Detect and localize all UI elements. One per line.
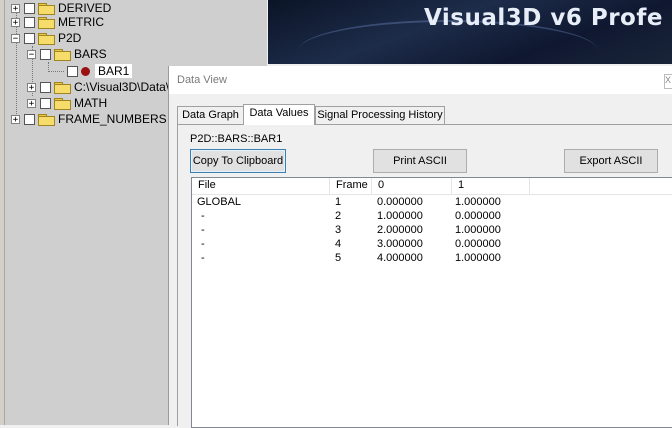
dialog-title: Data View	[177, 74, 227, 86]
cell-frame: 5	[335, 252, 342, 264]
column-header-1[interactable]: 1	[452, 178, 530, 194]
tree-checkbox[interactable]	[40, 48, 51, 60]
folder-icon	[38, 16, 55, 29]
table-header: File Frame 0 1	[192, 178, 672, 195]
folder-icon	[54, 48, 71, 61]
print-ascii-button[interactable]: Print ASCII	[373, 149, 467, 173]
folder-icon	[38, 32, 55, 45]
app-banner: Visual3D v6 Profe	[268, 0, 672, 64]
tree-checkbox[interactable]	[24, 113, 35, 125]
cell-value-0: 0.000000	[377, 196, 423, 208]
tab-data-values[interactable]: Data Values	[243, 104, 315, 125]
cell-file: -	[201, 210, 205, 222]
cell-frame: 3	[335, 224, 342, 236]
tree-item-bar1[interactable]: BAR1	[67, 63, 133, 79]
collapse-icon[interactable]: −	[27, 49, 36, 59]
folder-icon	[38, 113, 55, 126]
tree-item-frame-numbers[interactable]: + FRAME_NUMBERS	[11, 111, 167, 127]
data-view-dialog: Data View X Data Graph Data Values Signa…	[168, 66, 672, 428]
tree-item-label: DERIVED	[58, 1, 112, 15]
tree-item-p2d[interactable]: − P2D	[11, 30, 81, 46]
column-header-0[interactable]: 0	[372, 178, 452, 194]
cell-value-0: 1.000000	[377, 210, 423, 222]
table-row[interactable]: - 2 1.000000 0.000000	[192, 210, 672, 224]
cell-value-0: 3.000000	[377, 238, 423, 250]
tree-checkbox[interactable]	[40, 97, 51, 109]
expand-icon[interactable]: +	[27, 98, 36, 108]
tree-item-label: C:\Visual3D\Data\	[74, 80, 170, 94]
cell-value-1: 1.000000	[455, 252, 501, 264]
table-row[interactable]: - 5 4.000000 1.000000	[192, 252, 672, 266]
cell-file: GLOBAL	[197, 196, 242, 208]
tree-checkbox[interactable]	[24, 16, 35, 28]
tree-item-data-folder[interactable]: + C:\Visual3D\Data\	[27, 79, 169, 95]
folder-icon	[54, 97, 71, 110]
expand-icon[interactable]: +	[27, 82, 36, 92]
dialog-title-bar[interactable]: Data View X	[169, 66, 672, 94]
data-values-panel: P2D::BARS::BAR1 Copy To Clipboard Print …	[177, 124, 672, 428]
tree-item-label: P2D	[58, 31, 82, 45]
tree-item-label: BARS	[74, 47, 107, 61]
cell-file: -	[201, 252, 205, 264]
folder-icon	[38, 2, 55, 15]
tree-checkbox[interactable]	[24, 32, 35, 44]
copy-to-clipboard-button[interactable]: Copy To Clipboard	[190, 149, 286, 173]
expand-icon[interactable]: +	[11, 114, 20, 124]
cell-value-0: 2.000000	[377, 224, 423, 236]
cell-file: -	[201, 238, 205, 250]
tree-item-label: BAR1	[95, 64, 133, 78]
close-button[interactable]: X	[664, 74, 672, 89]
signal-path-label: P2D::BARS::BAR1	[190, 133, 283, 145]
tree-item-label: MATH	[74, 96, 108, 110]
tree-item-math[interactable]: + MATH	[27, 95, 107, 111]
tree-checkbox[interactable]	[24, 2, 35, 14]
tree-item-label: METRIC	[58, 15, 104, 29]
cell-file: -	[201, 224, 205, 236]
tree-checkbox[interactable]	[40, 81, 51, 93]
export-ascii-button[interactable]: Export ASCII	[564, 149, 658, 173]
tree-item-label: FRAME_NUMBERS	[58, 112, 167, 126]
cell-value-0: 4.000000	[377, 252, 423, 264]
cell-value-1: 0.000000	[455, 238, 501, 250]
tree-item-metric[interactable]: + METRIC	[11, 14, 104, 30]
column-header-file[interactable]: File	[192, 178, 330, 194]
table-row[interactable]: - 3 2.000000 1.000000	[192, 224, 672, 238]
collapse-icon[interactable]: −	[11, 33, 20, 43]
tab-signal-processing-history[interactable]: Signal Processing History	[315, 106, 445, 124]
cell-value-1: 0.000000	[455, 210, 501, 222]
tab-data-graph[interactable]: Data Graph	[177, 106, 244, 124]
column-header-frame[interactable]: Frame	[330, 178, 372, 194]
table-row[interactable]: GLOBAL 1 0.000000 1.000000	[192, 196, 672, 210]
cell-value-1: 1.000000	[455, 196, 501, 208]
tree-item-bars[interactable]: − BARS	[27, 46, 107, 62]
expand-icon[interactable]: +	[11, 3, 20, 13]
tree-guide-line	[48, 71, 64, 72]
folder-icon	[54, 81, 71, 94]
banner-title: Visual3D v6 Profe	[424, 5, 663, 31]
cell-frame: 1	[335, 196, 342, 208]
cell-frame: 2	[335, 210, 342, 222]
cell-value-1: 1.000000	[455, 224, 501, 236]
signal-dot-icon	[81, 66, 90, 76]
tree-checkbox[interactable]	[67, 65, 78, 77]
data-values-table[interactable]: File Frame 0 1 GLOBAL 1 0.000000 1.00000…	[191, 177, 672, 428]
table-row[interactable]: - 4 3.000000 0.000000	[192, 238, 672, 252]
expand-icon[interactable]: +	[11, 17, 20, 27]
cell-frame: 4	[335, 238, 342, 250]
